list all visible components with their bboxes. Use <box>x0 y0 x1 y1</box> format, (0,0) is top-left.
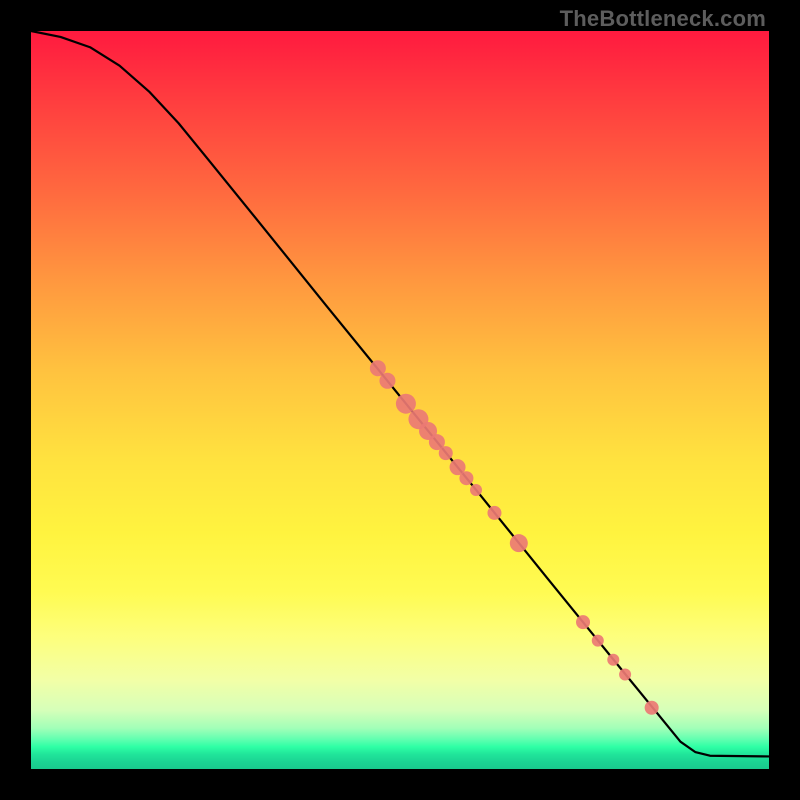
data-point <box>510 534 528 552</box>
chart-svg <box>31 31 769 769</box>
data-point <box>576 615 590 629</box>
bottleneck-curve <box>31 31 769 756</box>
chart-stage: TheBottleneck.com <box>0 0 800 800</box>
watermark-text: TheBottleneck.com <box>560 6 766 32</box>
data-point <box>619 669 631 681</box>
data-point <box>379 373 395 389</box>
data-point <box>459 471 473 485</box>
data-point <box>396 394 416 414</box>
data-point <box>592 635 604 647</box>
plot-area <box>31 31 769 769</box>
data-points <box>370 360 659 714</box>
data-point <box>607 654 619 666</box>
data-point <box>645 701 659 715</box>
data-point <box>370 360 386 376</box>
data-point <box>439 446 453 460</box>
data-point <box>470 484 482 496</box>
data-point <box>487 506 501 520</box>
